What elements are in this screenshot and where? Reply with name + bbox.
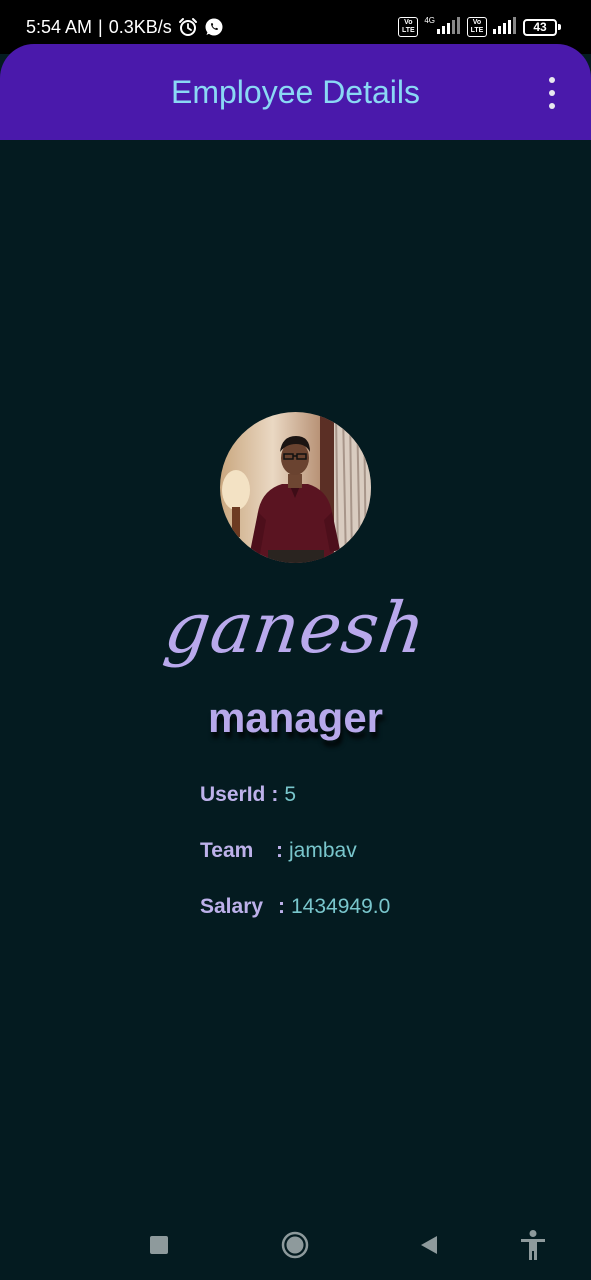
signal-icon-2 xyxy=(493,16,517,39)
app-bar: Employee Details xyxy=(0,44,591,140)
salary-label: Salary xyxy=(200,895,264,918)
userid-separator: : xyxy=(271,783,279,806)
battery-level: 43 xyxy=(523,18,557,36)
accessibility-icon[interactable] xyxy=(516,1228,550,1262)
status-time: 5:54 AM xyxy=(26,17,93,37)
network-type: 4G xyxy=(424,16,435,25)
userid-value: 5 xyxy=(284,783,297,806)
status-left: 5:54 AM | 0.3KB/s xyxy=(26,14,224,40)
team-row: Team : jambav xyxy=(200,838,357,864)
more-vert-icon[interactable] xyxy=(543,77,561,109)
home-icon[interactable] xyxy=(278,1228,312,1262)
status-right: Vo LTE 4G Vo LTE 43 xyxy=(398,16,561,38)
team-label: Team xyxy=(200,839,254,862)
salary-row: Salary : 1434949.0 xyxy=(200,894,390,920)
recent-apps-icon[interactable] xyxy=(142,1228,176,1262)
team-value: jambav xyxy=(289,839,357,862)
whatsapp-icon xyxy=(204,17,224,37)
userid-label: UserId xyxy=(200,783,266,806)
salary-value: 1434949.0 xyxy=(291,895,391,918)
volte-badge-2: Vo LTE xyxy=(467,17,487,37)
employee-role: manager xyxy=(207,694,384,741)
status-separator: | xyxy=(98,17,103,37)
signal-icon xyxy=(437,16,461,39)
userid-row: UserId : 5 xyxy=(200,782,296,808)
battery-icon: 43 xyxy=(523,18,561,36)
screen: 5:54 AM | 0.3KB/s Vo LTE 4G Vo LTE 43 Em… xyxy=(0,0,591,1280)
team-separator: : xyxy=(276,839,283,862)
alarm-icon xyxy=(178,17,198,37)
avatar xyxy=(220,412,371,563)
volte-badge-1: Vo LTE xyxy=(398,17,419,37)
status-speed: 0.3KB/s xyxy=(108,17,172,37)
salary-separator: : xyxy=(278,895,285,918)
app-title: Employee Details xyxy=(171,74,420,110)
back-icon[interactable] xyxy=(412,1228,446,1262)
navigation-bar xyxy=(0,1210,591,1280)
employee-name: ganesh xyxy=(159,587,432,669)
